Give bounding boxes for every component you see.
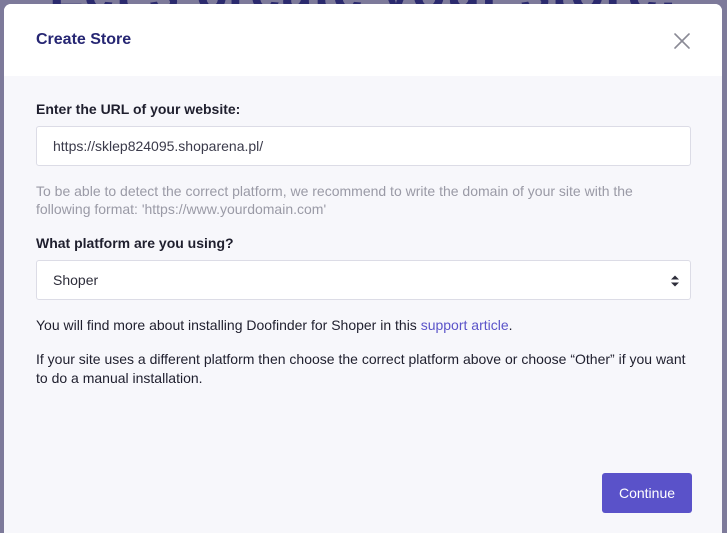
continue-button[interactable]: Continue <box>602 473 692 513</box>
url-input[interactable] <box>36 126 691 166</box>
url-label: Enter the URL of your website: <box>36 101 241 117</box>
select-arrows-icon <box>671 275 679 287</box>
support-info-prefix: You will find more about installing Doof… <box>36 317 421 333</box>
other-platform-info: If your site uses a different platform t… <box>36 351 686 386</box>
modal-header: Create Store <box>4 4 722 76</box>
modal-title: Create Store <box>36 31 132 48</box>
support-info-suffix: . <box>508 317 513 333</box>
create-store-modal: Create Store Enter the URL of your websi… <box>4 4 722 533</box>
url-hint: To be able to detect the correct platfor… <box>36 183 633 217</box>
support-article-link[interactable]: support article <box>421 317 509 333</box>
close-icon <box>674 33 690 49</box>
platform-label: What platform are you using? <box>36 235 234 251</box>
platform-select[interactable]: Shoper <box>36 260 691 300</box>
close-button[interactable] <box>671 30 693 52</box>
support-info: You will find more about installing Doof… <box>36 316 696 335</box>
platform-selected-value: Shoper <box>53 272 99 288</box>
